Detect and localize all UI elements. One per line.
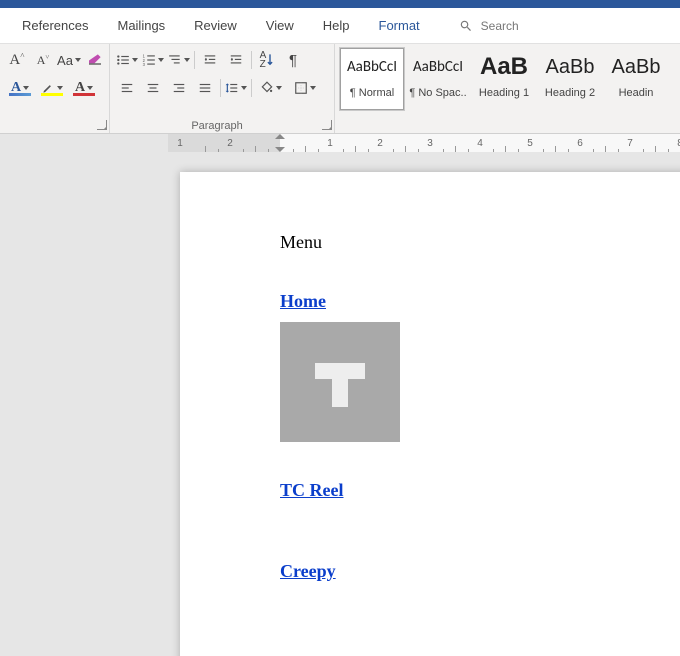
align-center-button[interactable] (142, 77, 164, 99)
document-area: Menu Home TC Reel Creepy (0, 152, 680, 656)
justify-button[interactable] (194, 77, 216, 99)
style-sample: AaBbCcI (341, 49, 403, 85)
ribbon: A˄ A˅ Aa A A (0, 44, 680, 134)
font-dialog-launcher[interactable] (97, 120, 107, 130)
menu-format[interactable]: Format (377, 14, 422, 37)
bucket-icon (260, 81, 274, 95)
font-color-button[interactable]: A (70, 77, 98, 99)
menu-review[interactable]: Review (192, 14, 239, 37)
font-color-a-button[interactable]: A (6, 77, 34, 99)
clear-formatting-button[interactable] (84, 49, 106, 71)
shading-button[interactable] (256, 77, 286, 99)
align-center-icon (146, 81, 160, 95)
align-right-button[interactable] (168, 77, 190, 99)
svg-text:3: 3 (143, 62, 146, 67)
arrow-down-icon (266, 53, 274, 67)
change-case-button[interactable]: Aa (58, 49, 80, 71)
menu-mailings[interactable]: Mailings (115, 14, 167, 37)
eraser-icon (87, 52, 103, 68)
style-item-2[interactable]: AaB Heading 1 (472, 48, 536, 110)
image-placeholder[interactable] (280, 322, 400, 442)
style-sample: AaBb (539, 49, 601, 85)
style-name: Heading 2 (539, 87, 601, 99)
search-box[interactable]: Search (459, 19, 519, 33)
horizontal-ruler[interactable]: 2112345678 (168, 134, 680, 152)
sort-button[interactable]: AZ (256, 49, 278, 71)
align-right-icon (172, 81, 186, 95)
multilevel-list-button[interactable] (168, 49, 190, 71)
line-spacing-icon (225, 81, 239, 95)
align-left-icon (120, 81, 134, 95)
search-icon (459, 19, 473, 33)
menu-bar: References Mailings Review View Help For… (0, 8, 680, 44)
doc-link-creepy[interactable]: Creepy (280, 561, 336, 581)
bullets-icon (116, 53, 130, 67)
style-sample: AaBbCcI (407, 49, 469, 85)
title-bar (0, 0, 680, 8)
placeholder-t-icon (315, 357, 365, 407)
decrease-indent-button[interactable] (199, 49, 221, 71)
align-left-button[interactable] (116, 77, 138, 99)
doc-link-tcreel[interactable]: TC Reel (280, 480, 343, 500)
style-sample: AaB (473, 49, 535, 85)
borders-button[interactable] (290, 77, 320, 99)
highlight-button[interactable] (38, 77, 66, 99)
multilevel-icon (168, 53, 182, 67)
doc-link-home[interactable]: Home (280, 291, 326, 311)
bullets-button[interactable] (116, 49, 138, 71)
doc-text-menu: Menu (280, 232, 322, 252)
search-label: Search (481, 19, 519, 33)
paragraph-group: 123 AZ ¶ (110, 44, 335, 133)
style-name: Headin (605, 87, 667, 99)
paragraph-dialog-launcher[interactable] (322, 120, 332, 130)
page[interactable]: Menu Home TC Reel Creepy (180, 172, 680, 656)
outdent-icon (203, 53, 217, 67)
style-gallery: AaBbCcI ¶ Normal AaBbCcI ¶ No Spac.. AaB Head… (339, 46, 680, 116)
numbering-button[interactable]: 123 (142, 49, 164, 71)
borders-icon (294, 81, 308, 95)
style-item-0[interactable]: AaBbCcI ¶ Normal (340, 48, 404, 110)
styles-group: AaBbCcI ¶ Normal AaBbCcI ¶ No Spac.. AaB Head… (335, 44, 680, 133)
style-name: Heading 1 (473, 87, 535, 99)
shrink-font-button[interactable]: A˅ (32, 49, 54, 71)
indent-icon (229, 53, 243, 67)
paragraph-group-label: Paragraph (110, 120, 324, 132)
menu-help[interactable]: Help (321, 14, 352, 37)
style-item-1[interactable]: AaBbCcI ¶ No Spac.. (406, 48, 470, 110)
style-name: ¶ Normal (341, 87, 403, 99)
style-sample: AaBb (605, 49, 667, 85)
menu-references[interactable]: References (20, 14, 90, 37)
increase-indent-button[interactable] (225, 49, 247, 71)
grow-font-button[interactable]: A˄ (6, 49, 28, 71)
justify-icon (198, 81, 212, 95)
menu-view[interactable]: View (264, 14, 296, 37)
numbering-icon: 123 (142, 53, 156, 67)
line-spacing-button[interactable] (225, 77, 247, 99)
style-item-4[interactable]: AaBb Headin (604, 48, 668, 110)
style-item-3[interactable]: AaBb Heading 2 (538, 48, 602, 110)
style-name: ¶ No Spac.. (407, 87, 469, 99)
font-group: A˄ A˅ Aa A A (0, 44, 110, 133)
show-marks-button[interactable]: ¶ (282, 49, 304, 71)
